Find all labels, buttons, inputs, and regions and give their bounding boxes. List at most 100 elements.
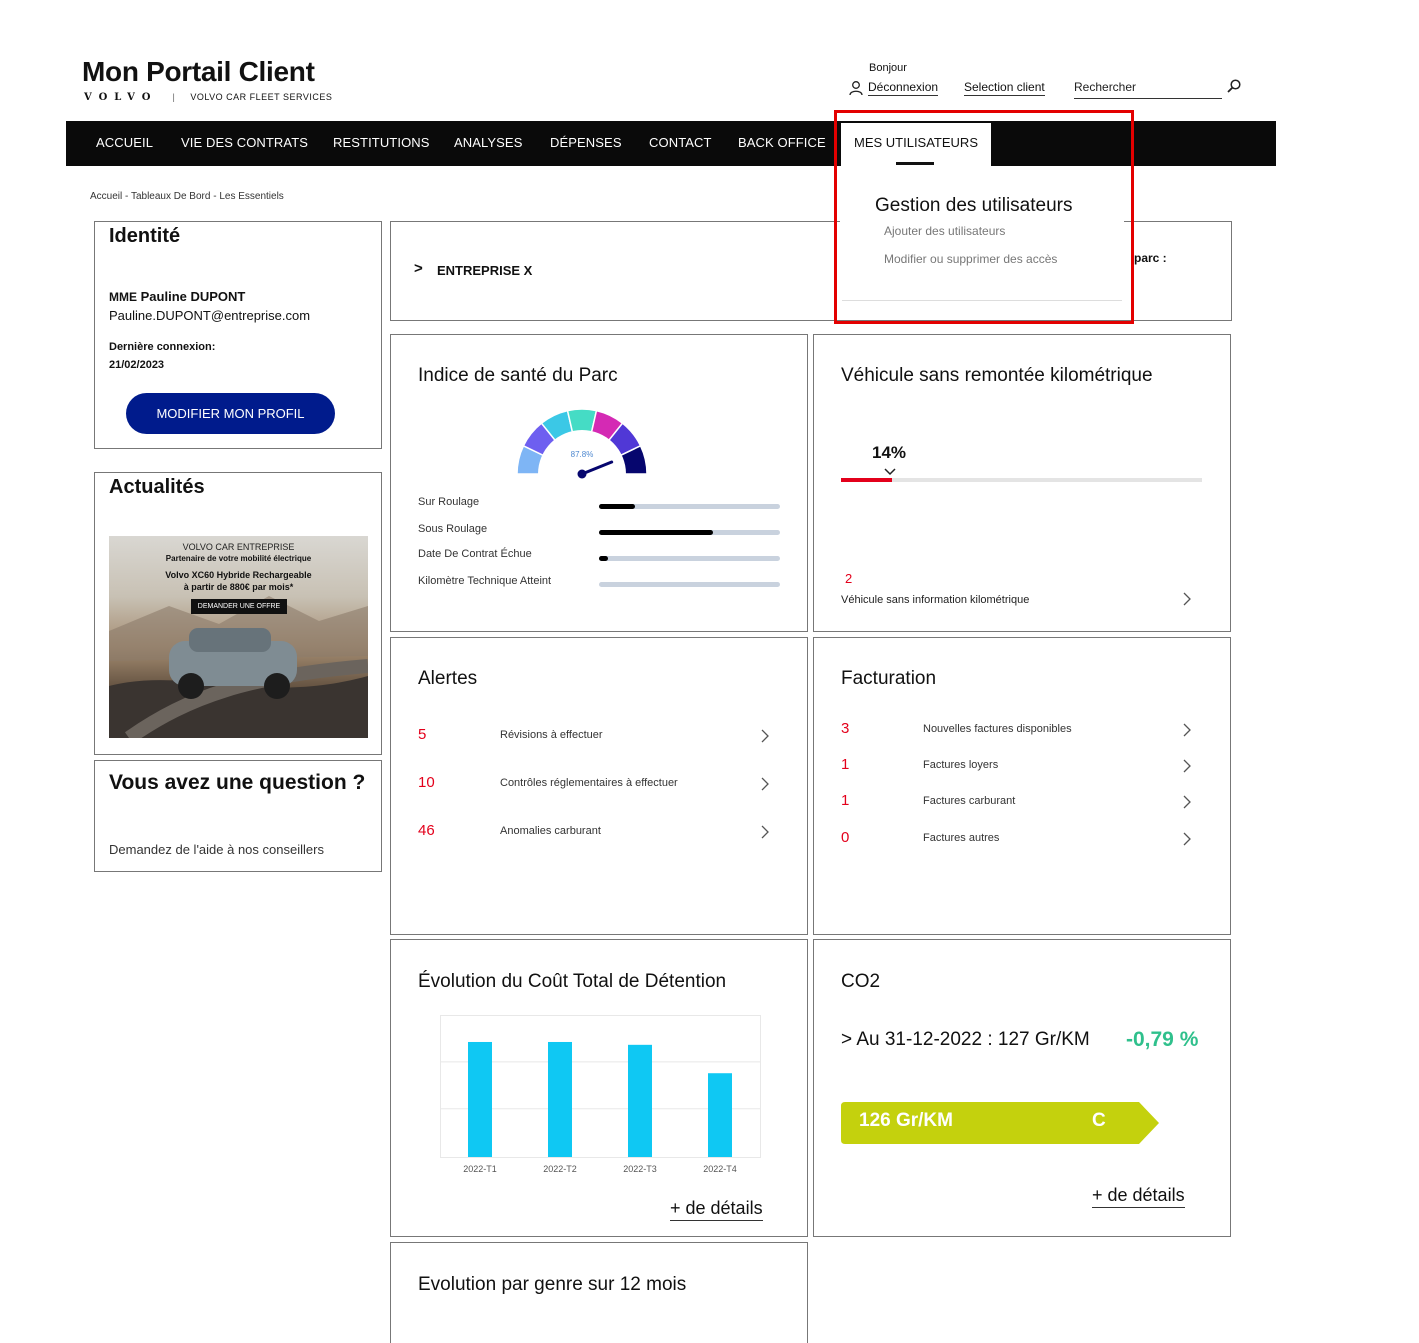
health-row-label: Sous Roulage <box>418 523 488 535</box>
chevron-right-icon[interactable] <box>1182 795 1192 814</box>
ad-line-4: à partir de 880€ par mois* <box>183 582 294 592</box>
chevron-right-icon[interactable] <box>1182 759 1192 778</box>
portal-title: Mon Portail Client <box>82 56 315 87</box>
company-fleet-label: parc : <box>1134 251 1167 265</box>
mileage-progress-fill <box>841 478 892 482</box>
health-row-fill <box>599 530 714 535</box>
billing-label[interactable]: Nouvelles factures disponibles <box>923 723 1072 735</box>
nav-analyses[interactable]: ANALYSES <box>454 121 522 166</box>
health-row-fill <box>599 556 609 561</box>
health-row-label: Date De Contrat Échue <box>418 548 532 560</box>
brand-separator: | <box>172 92 176 102</box>
chart-tick-label: 2022-T4 <box>703 1164 737 1174</box>
ad-line-3: Volvo XC60 Hybride Rechargeable <box>165 570 312 580</box>
billing-title: Facturation <box>841 668 937 689</box>
mileage-progress-track <box>841 478 1202 482</box>
tco-details-link[interactable]: + de détails <box>670 1198 763 1221</box>
news-ad-image[interactable]: VOLVO CAR ENTREPRISE Partenaire de votre… <box>109 536 368 738</box>
billing-count: 3 <box>841 720 850 737</box>
gauge-value-label: 87.8% <box>571 450 594 459</box>
alert-count: 5 <box>418 726 427 743</box>
volvo-logo: VOLVO <box>84 92 158 103</box>
health-row-track <box>599 582 780 587</box>
chart-bar <box>468 1041 492 1157</box>
alert-count: 46 <box>418 822 435 839</box>
billing-label[interactable]: Factures carburant <box>923 795 1015 807</box>
edit-profile-button[interactable]: MODIFIER MON PROFIL <box>126 393 335 434</box>
co2-title: CO2 <box>841 971 881 992</box>
nav-vie-des-contrats[interactable]: VIE DES CONTRATS <box>181 121 308 166</box>
mileage-count: 2 <box>845 571 853 586</box>
chevron-right-icon[interactable] <box>1182 592 1192 611</box>
chevron-right-icon[interactable] <box>760 729 770 748</box>
chevron-right-icon[interactable] <box>1182 723 1192 742</box>
identity-email: Pauline.DUPONT@entreprise.com <box>109 308 311 323</box>
alert-label[interactable]: Anomalies carburant <box>500 825 601 837</box>
health-row-track <box>599 504 780 509</box>
health-row-track <box>599 556 780 561</box>
alert-label[interactable]: Contrôles réglementaires à effectuer <box>500 777 678 789</box>
nav-restitutions[interactable]: RESTITUTIONS <box>333 121 430 166</box>
breadcrumb: Accueil - Tableaux De Bord - Les Essenti… <box>90 191 284 202</box>
billing-label[interactable]: Factures loyers <box>923 759 998 771</box>
co2-badge-value: 126 Gr/KM <box>859 1110 953 1131</box>
mileage-percent: 14% <box>872 443 907 462</box>
co2-date-line: > Au 31-12-2022 : 127 Gr/KM <box>841 1029 1090 1050</box>
highlight-box <box>834 110 1134 324</box>
ad-line-2: Partenaire de votre mobilité électrique <box>165 554 312 563</box>
health-row-fill <box>599 504 636 509</box>
alerts-title: Alertes <box>418 668 478 689</box>
chart-bar <box>628 1044 652 1157</box>
search-box <box>1074 78 1222 99</box>
chart-tick-label: 2022-T1 <box>463 1164 497 1174</box>
tco-title: Évolution du Coût Total de Détention <box>418 971 727 992</box>
nav-accueil[interactable]: ACCUEIL <box>96 121 153 166</box>
nav-back-office[interactable]: BACK OFFICE <box>738 121 826 166</box>
identity-title: Identité <box>109 225 181 247</box>
company-name[interactable]: ENTREPRISE X <box>437 263 532 278</box>
nav-contact[interactable]: CONTACT <box>649 121 712 166</box>
health-row-label: Kilomètre Technique Atteint <box>418 575 552 587</box>
mileage-title: Véhicule sans remontée kilométrique <box>841 365 1153 386</box>
user-icon <box>848 80 864 101</box>
ad-line-1: VOLVO CAR ENTREPRISE <box>182 542 295 552</box>
tco-bar-chart: 2022-T1 2022-T2 2022-T3 2022-T4 <box>440 1015 761 1174</box>
billing-label[interactable]: Factures autres <box>923 832 999 844</box>
brand-subtitle: VOLVO | VOLVO CAR FLEET SERVICES <box>84 92 332 103</box>
chevron-right-icon[interactable] <box>1182 832 1192 851</box>
mileage-label[interactable]: Véhicule sans information kilométrique <box>841 594 1029 606</box>
alert-count: 10 <box>418 774 435 791</box>
identity-fullname: Pauline DUPONT <box>140 289 246 304</box>
billing-count: 0 <box>841 829 850 846</box>
search-input[interactable] <box>1074 80 1214 94</box>
health-title: Indice de santé du Parc <box>418 365 618 386</box>
greeting: Bonjour <box>869 62 907 74</box>
chevron-right-icon[interactable]: > <box>414 260 423 277</box>
genre-title: Evolution par genre sur 12 mois <box>418 1274 687 1295</box>
identity-civility: MME <box>109 290 137 304</box>
search-icon[interactable] <box>1226 78 1242 99</box>
health-gauge: 87.8% <box>516 408 648 480</box>
co2-details-link[interactable]: + de détails <box>1092 1185 1185 1208</box>
last-login-label: Dernière connexion: <box>109 341 216 353</box>
question-text[interactable]: Demandez de l'aide à nos conseillers <box>109 842 324 857</box>
chart-bar <box>708 1073 732 1157</box>
news-title: Actualités <box>109 476 205 498</box>
billing-count: 1 <box>841 792 850 809</box>
chevron-right-icon[interactable] <box>760 777 770 796</box>
co2-change: -0,79 % <box>1126 1028 1199 1051</box>
gauge-needle-hub <box>577 469 587 479</box>
identity-name: MME Pauline DUPONT <box>109 289 245 304</box>
nav-depenses[interactable]: DÉPENSES <box>550 121 622 166</box>
billing-count: 1 <box>841 756 850 773</box>
chart-tick-label: 2022-T3 <box>623 1164 657 1174</box>
chart-tick-label: 2022-T2 <box>543 1164 577 1174</box>
health-row-track <box>599 530 780 535</box>
alert-label[interactable]: Révisions à effectuer <box>500 729 603 741</box>
select-client-link[interactable]: Selection client <box>964 80 1045 96</box>
chevron-right-icon[interactable] <box>760 825 770 844</box>
logout-link[interactable]: Déconnexion <box>868 80 939 96</box>
ad-offer-button[interactable]: DEMANDER UNE OFFRE <box>191 599 287 614</box>
brand-subtitle-text: VOLVO CAR FLEET SERVICES <box>190 92 333 102</box>
health-row-label: Sur Roulage <box>418 496 480 508</box>
